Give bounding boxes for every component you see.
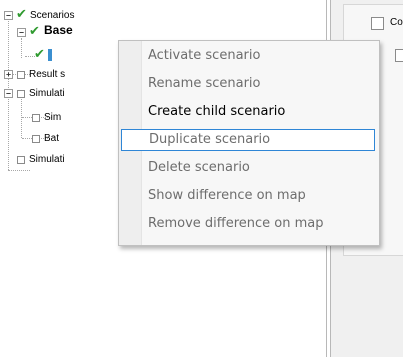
collapse-icon[interactable]: − [4,89,13,98]
menu-item-activate-scenario[interactable]: Activate scenario [121,45,375,67]
checkmark-icon[interactable]: ✔ [29,25,40,38]
checkmark-icon[interactable]: ✔ [34,48,45,61]
tree-node-base[interactable]: − ✔ Base [0,23,120,40]
menu-item-duplicate-scenario[interactable]: Duplicate scenario [121,129,375,151]
menu-item-rename-scenario[interactable]: Rename scenario [121,73,375,95]
menu-item-delete-scenario[interactable]: Delete scenario [121,157,375,179]
option-checkbox-label: Co [390,17,403,28]
option-checkbox[interactable] [371,17,384,30]
tree-node-label: Base [44,23,73,37]
menu-item-remove-difference-on-map[interactable]: Remove difference on map [121,213,375,235]
collapse-icon[interactable]: − [4,11,13,20]
collapse-icon[interactable]: − [17,28,26,37]
node-square-icon [17,90,25,98]
context-menu: Activate scenario Rename scenario Create… [118,40,380,246]
node-square-icon [17,156,25,164]
expand-icon[interactable]: + [4,70,13,79]
menu-item-show-difference-on-map[interactable]: Show difference on map [121,185,375,207]
tree-node-child-scenario[interactable]: ✔ [34,48,118,63]
node-square-icon [17,71,25,79]
tree-node-label: Result s [29,69,66,80]
tree-node-label: Simulati [29,154,65,165]
tree-node-simulation-2[interactable]: Simulati [0,152,120,167]
tree-node-results[interactable]: + Result s [0,67,120,82]
tree-node-label: Simulati [29,88,65,99]
tree-node-sim[interactable]: Sim [0,110,120,125]
tree-node-label: Scenarios [30,10,75,21]
tree-connector [8,170,30,171]
option-checkbox[interactable] [395,49,403,62]
menu-item-create-child-scenario[interactable]: Create child scenario [121,101,375,123]
tree-node-label: Bat [44,133,60,144]
node-square-icon [32,114,40,122]
node-square-icon [32,135,40,143]
tree-node-simulations[interactable]: − Simulati [0,86,120,101]
tree-node-batch[interactable]: Bat [0,131,120,146]
tree-node-label: Sim [44,112,62,123]
tree-connector [21,38,22,58]
tree-node-scenarios[interactable]: − ✔ Scenarios [0,8,120,23]
selection-indicator [48,49,52,61]
checkmark-icon[interactable]: ✔ [16,8,27,21]
